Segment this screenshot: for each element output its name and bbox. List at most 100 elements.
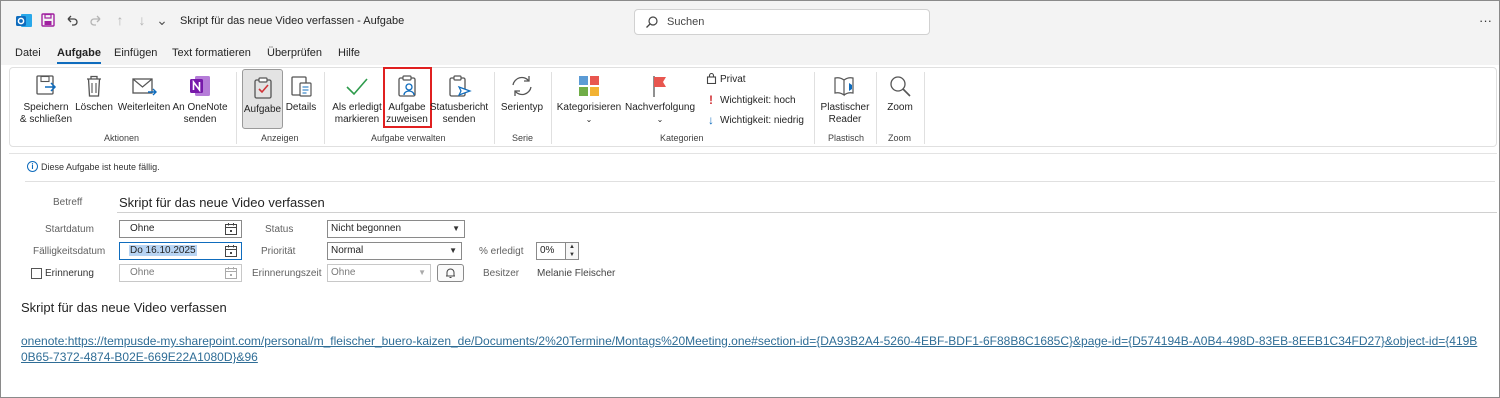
- send-to-onenote-button[interactable]: An OneNote senden: [172, 68, 228, 126]
- percent-spinner[interactable]: ▲ ▼: [565, 242, 579, 260]
- group-label-plastisch: Plastisch: [828, 133, 865, 143]
- high-importance-label: Wichtigkeit: hoch: [720, 94, 796, 106]
- ribbon-separator: [876, 72, 877, 144]
- subject-underline: [117, 212, 1497, 213]
- followup-button[interactable]: Nachverfolgung ⌄: [624, 68, 696, 126]
- priority-label: Priorität: [261, 246, 296, 257]
- chevron-down-icon: ⌄: [585, 115, 593, 124]
- save-close-icon: [36, 75, 57, 95]
- trash-icon: [87, 75, 101, 97]
- undo-icon[interactable]: [63, 11, 81, 29]
- outlook-logo-icon: [16, 14, 32, 27]
- redo-icon[interactable]: [87, 11, 105, 29]
- zoom-label: Zoom: [887, 102, 913, 113]
- spin-down-icon[interactable]: ▼: [566, 251, 578, 259]
- immersive-reader-label: Plastischer Reader: [820, 102, 870, 125]
- forward-button[interactable]: Weiterleiten: [116, 68, 172, 114]
- tab-text-formatieren[interactable]: Text formatieren: [172, 47, 251, 59]
- forward-mail-icon: [132, 78, 157, 96]
- status-label: Status: [265, 224, 294, 235]
- group-label-serie: Serie: [512, 133, 534, 143]
- due-date-field[interactable]: Do 16.10.2025: [119, 242, 242, 260]
- zoom-button[interactable]: Zoom: [880, 68, 920, 114]
- immersive-reader-button[interactable]: Plastischer Reader: [816, 68, 874, 126]
- highlight-box: [383, 67, 432, 128]
- spin-up-icon[interactable]: ▲: [566, 243, 578, 251]
- mark-complete-button[interactable]: Als erledigt markieren: [330, 68, 384, 126]
- low-importance-button[interactable]: ↓ Wichtigkeit: niedrig: [704, 113, 804, 127]
- search-icon: [646, 16, 658, 28]
- private-button[interactable]: Privat: [704, 72, 746, 87]
- arrow-up-icon[interactable]: ↑: [111, 11, 129, 29]
- priority-select[interactable]: Normal ▼: [327, 242, 462, 260]
- ribbon-separator: [551, 72, 552, 144]
- delete-button[interactable]: Löschen: [74, 68, 114, 114]
- tab-datei[interactable]: Datei: [15, 47, 41, 59]
- mark-complete-label: Als erledigt markieren: [332, 102, 382, 125]
- tab-ueberpruefen[interactable]: Überprüfen: [267, 47, 322, 59]
- reminder-label: Erinnerung: [45, 268, 94, 279]
- status-select[interactable]: Nicht begonnen ▼: [327, 220, 465, 238]
- ribbon-separator: [324, 72, 325, 144]
- ribbon-separator: [814, 72, 815, 144]
- task-view-label: Aufgabe: [243, 104, 282, 115]
- body-text[interactable]: Skript für das neue Video verfassen: [21, 300, 227, 315]
- calendar-icon[interactable]: [224, 266, 238, 280]
- arrow-down-icon[interactable]: ↓: [133, 11, 151, 29]
- chevron-down-icon: ⌄: [656, 115, 664, 124]
- chevron-down-icon: ▼: [452, 224, 460, 233]
- ribbon-separator: [924, 72, 925, 144]
- immersive-reader-icon: [834, 77, 854, 97]
- tab-einfuegen[interactable]: Einfügen: [114, 47, 157, 59]
- save-close-label: Speichern & schließen: [19, 102, 73, 125]
- subject-field[interactable]: Skript für das neue Video verfassen: [119, 195, 325, 210]
- task-view-button[interactable]: Aufgabe: [242, 69, 283, 129]
- outlook-task-window: ↑ ↓ ⌄ Skript für das neue Video verfasse…: [0, 0, 1500, 398]
- tab-hilfe[interactable]: Hilfe: [338, 47, 360, 59]
- reminder-time-value: Ohne: [331, 267, 356, 278]
- ribbon-separator: [236, 72, 237, 144]
- private-label: Privat: [720, 74, 746, 85]
- recurrence-button[interactable]: Serientyp: [498, 68, 546, 114]
- customize-toolbar-icon[interactable]: ⌄: [153, 11, 171, 29]
- divider: [25, 181, 1495, 182]
- calendar-icon[interactable]: [224, 244, 238, 258]
- task-form: i Diese Aufgabe ist heute fällig. Betref…: [9, 153, 1497, 396]
- search-input[interactable]: [667, 14, 917, 30]
- group-label-zoom: Zoom: [888, 133, 912, 143]
- more-options-icon[interactable]: ···: [1479, 13, 1492, 28]
- flag-icon: [653, 76, 666, 97]
- details-button[interactable]: Details: [284, 68, 318, 114]
- reminder-sound-button[interactable]: [437, 264, 464, 282]
- calendar-icon[interactable]: [224, 222, 238, 236]
- onenote-link[interactable]: onenote:https://tempusde-my.sharepoint.c…: [21, 333, 1481, 365]
- status-report-icon: [449, 75, 472, 97]
- categorize-button[interactable]: Kategorisieren ⌄: [556, 68, 622, 126]
- delete-label: Löschen: [75, 102, 113, 113]
- search-box[interactable]: [634, 9, 930, 35]
- info-bar: i Diese Aufgabe ist heute fällig.: [27, 161, 160, 172]
- window-title: Skript für das neue Video verfassen - Au…: [180, 15, 405, 27]
- categorize-label: Kategorisieren: [556, 102, 622, 113]
- exclamation-icon: !: [709, 93, 713, 107]
- checkmark-icon: [346, 78, 368, 96]
- status-value: Nicht begonnen: [331, 223, 402, 234]
- high-importance-button[interactable]: ! Wichtigkeit: hoch: [704, 93, 796, 107]
- followup-label: Nachverfolgung: [624, 102, 696, 113]
- onenote-icon: [190, 76, 210, 96]
- reminder-date-field[interactable]: Ohne: [119, 264, 242, 282]
- tab-aufgabe[interactable]: Aufgabe: [57, 47, 101, 64]
- low-importance-label: Wichtigkeit: niedrig: [720, 114, 804, 126]
- send-status-report-button[interactable]: Statusbericht senden: [430, 68, 488, 126]
- percent-complete-field[interactable]: 0%: [536, 242, 566, 260]
- reminder-checkbox[interactable]: [31, 268, 42, 279]
- recurrence-icon: [512, 76, 532, 96]
- start-date-field[interactable]: Ohne: [119, 220, 242, 238]
- subject-label: Betreff: [53, 197, 83, 208]
- title-bar: ↑ ↓ ⌄ Skript für das neue Video verfasse…: [1, 1, 1499, 41]
- details-label: Details: [285, 102, 317, 113]
- reminder-time-select[interactable]: Ohne ▼: [327, 264, 431, 282]
- save-close-button[interactable]: Speichern & schließen: [16, 68, 76, 126]
- save-icon[interactable]: [39, 11, 57, 29]
- forward-label: Weiterleiten: [117, 102, 171, 113]
